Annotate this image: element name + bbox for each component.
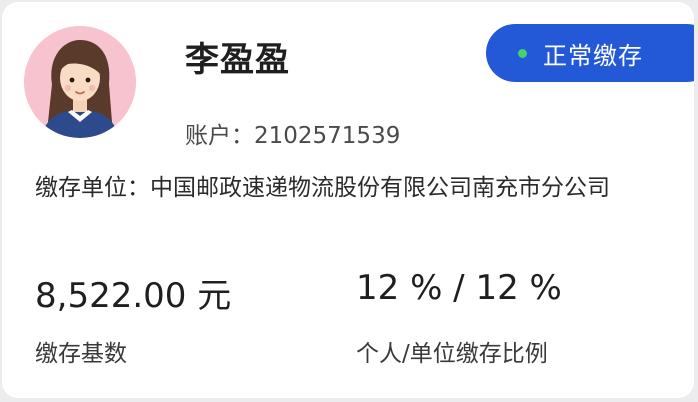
account-number: 2102571539 [254, 123, 401, 149]
account-card: 李盈盈 账户：2102571539 正常缴存 缴存单位：中国邮政速递物流股份有限… [2, 2, 694, 398]
avatar [24, 26, 136, 138]
status-label: 正常缴存 [543, 41, 643, 70]
contribution-base-label: 缴存基数 [35, 341, 127, 367]
employer-info: 缴存单位：中国邮政速递物流股份有限公司南充市分公司 [35, 172, 665, 204]
contribution-base-value: 8,522.00 元 [35, 276, 232, 316]
user-name: 李盈盈 [185, 40, 290, 80]
employer-value: 中国邮政速递物流股份有限公司南充市分公司 [150, 175, 610, 201]
status-dot-icon [518, 48, 527, 58]
contribution-ratio-label: 个人/单位缴存比例 [356, 341, 548, 367]
status-badge: 正常缴存 [486, 24, 694, 82]
female-user-avatar-icon [24, 26, 136, 138]
account-label: 账户： [185, 123, 254, 149]
account-line: 账户：2102571539 [185, 116, 400, 150]
contribution-ratio-value: 12 % / 12 % [356, 268, 562, 308]
employer-label: 缴存单位： [35, 175, 150, 201]
